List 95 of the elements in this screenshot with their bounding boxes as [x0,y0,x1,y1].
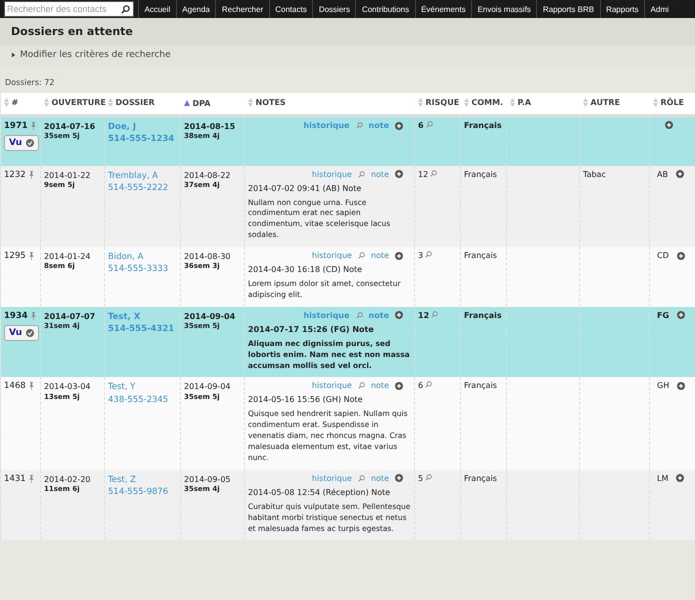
pin-icon[interactable] [28,252,34,260]
add-icon[interactable] [677,311,686,320]
role-text: CD [657,251,669,260]
add-icon[interactable] [395,382,403,390]
note-title: 2014-07-17 15:26 (FG) Note [248,324,375,334]
note-title: 2014-04-30 16:18 (CD) Note [248,265,364,274]
magnifier-icon[interactable] [425,251,432,258]
risk-score: 12 [418,170,428,178]
magnifier-icon[interactable] [431,310,438,318]
pin-icon[interactable] [28,382,34,390]
sort-icon[interactable] [44,98,48,107]
risk-score: 5 [418,474,424,483]
pin-icon[interactable] [28,170,34,178]
case-number: 1431 [4,474,26,484]
sort-icon[interactable] [464,98,468,107]
seen-button[interactable]: Vu [4,324,40,341]
case-number: 1468 [4,381,26,392]
risk-score: 6 [418,121,424,130]
role-text: AB [657,170,668,178]
language-text: Français [464,121,502,130]
note-title: 2014-07-02 09:41 (AB) Note [248,184,362,192]
role-text: GH [657,381,670,390]
opening-date: 2014-02-20 [44,474,92,485]
language-text: Français [464,310,502,320]
add-icon[interactable] [676,170,684,178]
search-icon[interactable] [121,4,130,14]
opening-date: 2014-01-24 [44,251,92,262]
pin-icon[interactable] [28,474,34,483]
search-criteria-toggle[interactable]: Modifier les critères de recherche [0,45,695,65]
magnifier-icon[interactable] [430,170,438,176]
dpa-date: 2014-08-15 [184,121,236,132]
sort-ascending-icon[interactable] [184,100,190,106]
other-text: Tabac [583,170,606,178]
check-icon [26,139,34,147]
language-text: Français [464,474,497,483]
case-number: 1295 [4,251,26,261]
magnifier-icon[interactable] [358,252,365,259]
add-icon[interactable] [395,252,403,260]
pin-icon[interactable] [30,122,36,130]
language-text: Français [464,381,497,390]
sort-icon[interactable] [108,98,112,107]
dpa-date: 2014-09-04 [184,310,236,322]
note-title: 2014-05-16 15:56 (GH) Note [248,395,364,404]
sort-icon[interactable] [248,98,252,107]
magnifier-icon[interactable] [356,122,363,129]
add-icon[interactable] [676,474,684,482]
page-title: Dossiers en attente [0,18,695,45]
role-text: LM [657,474,668,483]
language-text: Français [464,251,497,260]
opening-date: 2014-07-07 [44,310,96,322]
sort-icon[interactable] [582,98,588,107]
risk-score: 6 [418,381,424,390]
dpa-date: 2014-09-04 [184,381,232,393]
add-icon[interactable] [395,170,403,178]
magnifier-icon[interactable] [358,382,365,390]
opening-date: 2014-01-22 [44,170,92,181]
sort-icon[interactable] [652,98,658,107]
sort-icon[interactable] [4,98,8,107]
dpa-date: 2014-09-05 [184,474,232,485]
note-title: 2014-05-08 12:54 (Réception) Note [248,488,392,497]
dpa-date: 2014-08-30 [184,251,232,262]
seen-button[interactable]: Vu [4,135,40,151]
column-header[interactable]: DPA [184,98,210,108]
magnifier-icon[interactable] [356,312,363,319]
add-icon[interactable] [395,474,403,482]
contact-search-field[interactable]: Rechercher des contacts [4,1,134,17]
opening-date: 2014-03-04 [44,381,92,393]
add-icon[interactable] [677,382,686,390]
role-text: FG [657,310,670,320]
column-header[interactable]: # [4,98,18,107]
caret-icon [11,52,16,58]
add-icon[interactable] [395,122,403,130]
add-icon[interactable] [665,121,673,129]
case-number: 1934 [4,310,28,321]
risk-score: 12 [418,310,430,320]
magnifier-icon[interactable] [358,474,365,482]
check-icon [26,328,34,337]
case-number: 1971 [4,121,28,131]
record-count: Dossiers: 72 [4,77,56,89]
add-icon[interactable] [676,252,685,260]
column-header[interactable]: NOTES [248,98,286,107]
case-number: 1232 [4,170,26,180]
opening-date: 2014-07-16 [44,121,96,132]
magnifier-icon[interactable] [425,474,432,481]
magnifier-icon[interactable] [425,381,432,388]
sort-icon[interactable] [418,98,422,107]
dpa-date: 2014-08-22 [184,170,232,181]
magnifier-icon[interactable] [358,170,365,178]
add-icon[interactable] [395,311,403,320]
magnifier-icon[interactable] [426,121,433,128]
sort-icon[interactable] [510,98,514,107]
column-header[interactable]: P.A [510,98,532,107]
language-text: Français [464,170,497,178]
risk-score: 3 [418,251,424,260]
pin-icon[interactable] [30,312,36,320]
